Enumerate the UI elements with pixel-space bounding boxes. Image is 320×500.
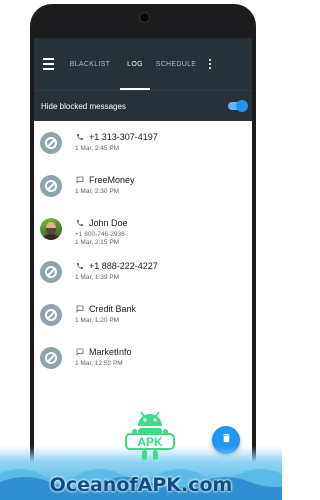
log-item-title: MarketInfo: [89, 347, 132, 357]
tab-log[interactable]: LOG: [118, 38, 152, 90]
blocked-icon: [40, 175, 62, 197]
log-item-number: +1 800-746-2936: [75, 231, 125, 238]
log-item-time: 1 Mar, 1:20 PM: [75, 317, 120, 324]
log-item-title: Credit Bank: [89, 304, 137, 314]
tab-blacklist[interactable]: BLACKLIST: [62, 38, 118, 90]
log-item-time: 1 Mar, 2:30 PM: [75, 188, 120, 195]
hamburger-menu-icon[interactable]: [34, 38, 62, 90]
front-camera: [139, 12, 150, 23]
log-item-time: 1 Mar, 1:39 PM: [75, 274, 120, 281]
log-item-time: 1 Mar, 2:15 PM: [75, 239, 120, 246]
contact-photo: [40, 218, 62, 240]
hide-blocked-setting[interactable]: Hide blocked messages: [34, 90, 252, 121]
blocked-icon: [40, 261, 62, 283]
watermark-text: OceanofAPK.com: [49, 474, 233, 496]
log-item-time: 1 Mar, 12:52 PM: [75, 360, 123, 367]
blocked-icon: [40, 304, 62, 326]
message-icon: [75, 175, 85, 185]
log-item-title: FreeMoney: [89, 175, 135, 185]
log-item[interactable]: Credit Bank 1 Mar, 1:20 PM: [34, 297, 252, 340]
hide-blocked-label: Hide blocked messages: [41, 101, 126, 111]
log-item-title: +1 888-222-4227: [89, 261, 158, 271]
tab-blacklist-label: BLACKLIST: [69, 60, 111, 68]
log-item[interactable]: FreeMoney 1 Mar, 2:30 PM: [34, 168, 252, 211]
tab-schedule-label: SCHEDULE: [155, 60, 197, 68]
phone-call-icon: [75, 261, 85, 271]
phone-call-icon: [75, 218, 85, 228]
apk-logo-text: APK: [137, 435, 163, 449]
blocked-icon: [40, 132, 62, 154]
message-icon: [75, 304, 85, 314]
tab-schedule[interactable]: SCHEDULE: [152, 38, 200, 90]
log-item[interactable]: MarketInfo 1 Mar, 12:52 PM: [34, 340, 252, 383]
log-item[interactable]: John Doe +1 800-746-2936 1 Mar, 2:15 PM: [34, 211, 252, 254]
log-item-title: +1 313-307-4197: [89, 132, 158, 142]
log-item-title: John Doe: [89, 218, 128, 228]
log-item-time: 1 Mar, 2:45 PM: [75, 145, 120, 152]
log-item[interactable]: +1 888-222-4227 1 Mar, 1:39 PM: [34, 254, 252, 297]
android-apk-logo: APK: [125, 411, 175, 460]
tab-log-label: LOG: [127, 60, 143, 68]
more-vert-icon[interactable]: [200, 38, 220, 90]
message-icon: [75, 347, 85, 357]
blocked-icon: [40, 347, 62, 369]
app-toolbar: BLACKLIST LOG SCHEDULE: [34, 38, 252, 90]
log-item[interactable]: +1 313-307-4197 1 Mar, 2:45 PM: [34, 125, 252, 168]
phone-call-icon: [75, 132, 85, 142]
log-list: +1 313-307-4197 1 Mar, 2:45 PM FreeMoney…: [34, 121, 252, 383]
hide-blocked-toggle[interactable]: [228, 100, 248, 112]
